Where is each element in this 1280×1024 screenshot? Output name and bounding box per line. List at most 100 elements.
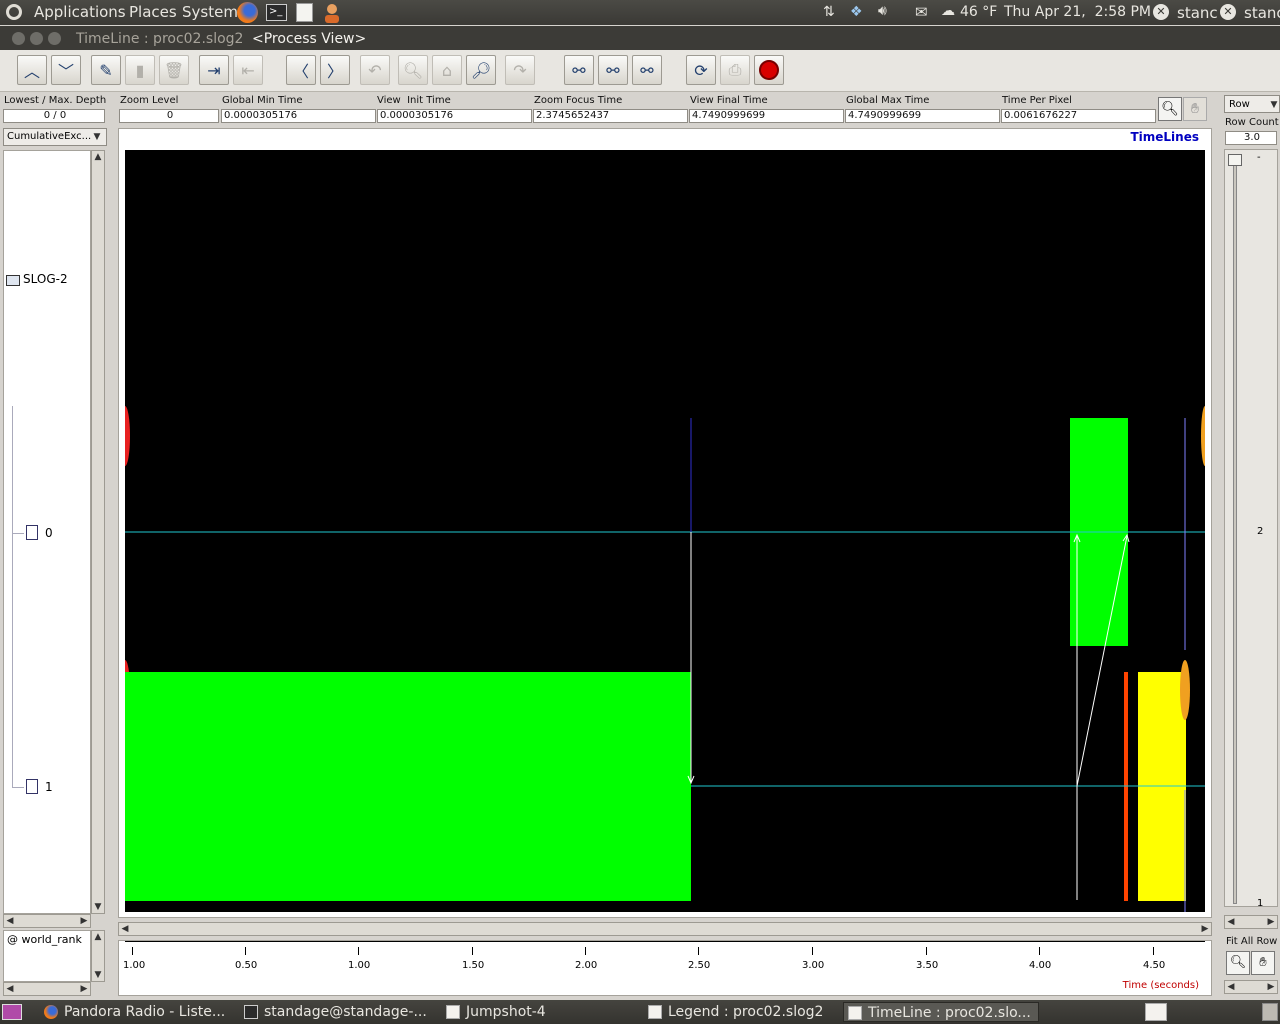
zoom-in-icon[interactable]: 🔎︎ <box>466 55 496 85</box>
trash-icon[interactable] <box>1262 1003 1278 1021</box>
time-per-pixel-field: 0.0061676227 <box>1001 109 1156 123</box>
zoom-mode-button[interactable]: 🔍︎ <box>1158 97 1182 121</box>
system-menu[interactable]: System <box>182 3 238 21</box>
slider-thumb[interactable] <box>1228 154 1242 166</box>
tree-row-0[interactable]: 0 <box>45 526 53 540</box>
weather-icon[interactable]: ☁ <box>941 3 955 19</box>
user-icon[interactable] <box>322 3 342 23</box>
world-rank-label[interactable]: @ world_rank <box>7 933 82 946</box>
shutdown-icon[interactable]: ✕ <box>1220 4 1236 20</box>
tree-row-1[interactable]: 1 <box>45 780 53 794</box>
paste-icon[interactable]: ▮ <box>125 55 155 85</box>
scroll-down-arrow[interactable]: ▼ <box>92 969 104 981</box>
hand-mode-button[interactable]: ✋︎ <box>1183 97 1207 121</box>
taskbar-item-jumpshot[interactable]: Jumpshot-4 <box>442 1002 638 1022</box>
tree-line <box>12 406 13 788</box>
scroll-right-arrow[interactable]: ▶ <box>1199 923 1211 935</box>
timeline-svg[interactable] <box>125 150 1205 912</box>
collapse-icon[interactable]: ⇤ <box>233 55 263 85</box>
close-window-button[interactable] <box>12 32 25 45</box>
dropbox-icon[interactable]: ❖ <box>850 4 863 20</box>
terminal-icon[interactable]: >_ <box>266 4 287 21</box>
volume-icon[interactable]: 🔊︎ <box>878 3 887 19</box>
forward-button[interactable]: 〉 <box>320 55 350 85</box>
scroll-up-button[interactable]: ︿ <box>17 55 47 85</box>
info-bar: Lowest / Max. Depth 0 / 0 Zoom Level 0 G… <box>0 93 1222 125</box>
scroll-right-arrow[interactable]: ▶ <box>1265 916 1277 928</box>
zoom-out-icon[interactable]: 🔍︎ <box>398 55 428 85</box>
taskbar-item-legend[interactable]: Legend : proc02.slog2 <box>644 1002 840 1022</box>
row-zoom-button[interactable]: 🔍︎ <box>1226 951 1250 975</box>
mail-icon[interactable]: ✉ <box>915 3 928 21</box>
taskbar-item-timeline[interactable]: TimeLine : proc02.slo... <box>843 1002 1039 1022</box>
search-init-icon[interactable]: ⚯ <box>598 55 628 85</box>
scroll-down-arrow[interactable]: ▼ <box>92 901 104 913</box>
backward-button[interactable]: 〈 <box>286 55 316 85</box>
scroll-left-arrow[interactable]: ◀ <box>1225 981 1237 993</box>
scroll-up-arrow[interactable]: ▲ <box>92 151 104 163</box>
refresh-icon[interactable]: ⟳ <box>686 55 716 85</box>
scroll-right-arrow[interactable]: ▶ <box>78 983 90 995</box>
minimize-window-button[interactable] <box>30 32 43 45</box>
world-rank-scrollbar[interactable]: ▲ ▼ <box>91 930 105 982</box>
print-icon[interactable]: ⎙ <box>720 55 750 85</box>
network-icon[interactable]: ⇅ <box>823 4 835 20</box>
scroll-down-button[interactable]: ﹀ <box>51 55 81 85</box>
zoom-focus-field[interactable]: 2.3745652437 <box>533 109 688 123</box>
tree-branch <box>12 533 24 534</box>
window-titlebar[interactable]: TimeLine : proc02.slog2 <Process View> <box>0 26 1280 50</box>
scroll-right-arrow[interactable]: ▶ <box>1265 981 1277 993</box>
weather-text[interactable]: 46 °F <box>960 4 997 20</box>
scroll-left-arrow[interactable]: ◀ <box>4 915 16 927</box>
applications-menu[interactable]: Applications <box>34 3 126 21</box>
metric-dropdown[interactable]: CumulativeExc... ▼ <box>3 128 107 146</box>
expand-icon[interactable]: ⇥ <box>199 55 229 85</box>
ubuntu-logo-icon[interactable] <box>6 4 22 20</box>
edit-icon[interactable]: ✎ <box>91 55 121 85</box>
tree-root-slog2[interactable]: SLOG-2 <box>23 272 68 286</box>
scroll-left-arrow[interactable]: ◀ <box>1225 916 1237 928</box>
zoom-home-icon[interactable]: ⌂ <box>432 55 462 85</box>
scroll-left-arrow[interactable]: ◀ <box>4 983 16 995</box>
world-rank-hscrollbar[interactable]: ◀ ▶ <box>3 982 91 996</box>
axis-tick-label: 1.50 <box>462 960 485 971</box>
delete-icon[interactable]: 🗑︎ <box>159 55 189 85</box>
clock[interactable]: Thu Apr 21, 2:58 PM <box>1004 4 1151 20</box>
search-forward-icon[interactable]: ⚯ <box>632 55 662 85</box>
undo-zoom-icon[interactable]: ↶ <box>360 55 390 85</box>
row-dropdown[interactable]: Row ▼ <box>1224 95 1280 113</box>
taskbar-item-pandora[interactable]: Pandora Radio - Liste... <box>40 1002 232 1022</box>
maximize-window-button[interactable] <box>48 32 61 45</box>
user-name-2[interactable]: stanc <box>1244 4 1280 22</box>
firefox-icon[interactable] <box>237 2 258 23</box>
axis-tick-mark <box>132 947 133 955</box>
stop-icon[interactable] <box>754 55 784 85</box>
row-slider[interactable]: - 2 1 <box>1224 149 1278 909</box>
timeline-canvas[interactable] <box>125 150 1205 912</box>
taskbar-item-terminal[interactable]: standage@standage-... <box>240 1002 436 1022</box>
row-count-field[interactable]: 3.0 <box>1225 131 1277 145</box>
time-axis: 1.00 0.50 1.00 1.50 2.00 2.50 3.00 3.50 4.00 4.50… <box>118 940 1212 996</box>
state-bar-rank1[interactable] <box>125 672 691 901</box>
axis-tick-label: 3.50 <box>916 960 939 971</box>
scroll-right-arrow[interactable]: ▶ <box>78 915 90 927</box>
right-horizontal-scrollbar[interactable]: ◀ ▶ <box>1224 915 1278 929</box>
right-bottom-scrollbar[interactable]: ◀ ▶ <box>1224 980 1278 994</box>
redo-zoom-icon[interactable]: ↷ <box>505 55 535 85</box>
session-icon[interactable]: ✕ <box>1153 4 1169 20</box>
scroll-up-arrow[interactable]: ▲ <box>92 931 104 943</box>
places-menu[interactable]: Places <box>129 3 177 21</box>
tree-vertical-scrollbar[interactable]: ▲ ▼ <box>91 150 105 914</box>
search-backward-icon[interactable]: ⚯ <box>564 55 594 85</box>
axis-line <box>125 941 1205 942</box>
user-name[interactable]: stanc <box>1177 4 1218 22</box>
text-editor-icon[interactable] <box>296 3 313 22</box>
ruler-bottom-label: 1 <box>1257 898 1264 909</box>
tree-horizontal-scrollbar[interactable]: ◀ ▶ <box>3 914 91 928</box>
scroll-left-arrow[interactable]: ◀ <box>119 923 131 935</box>
workspace-icon[interactable] <box>1145 1003 1167 1021</box>
fit-all-row-label[interactable]: Fit All Row <box>1226 936 1277 947</box>
canvas-horizontal-scrollbar[interactable]: ◀ ▶ <box>118 922 1212 936</box>
row-hand-button[interactable]: ✋︎ <box>1251 951 1275 975</box>
show-desktop-icon[interactable] <box>2 1004 22 1020</box>
